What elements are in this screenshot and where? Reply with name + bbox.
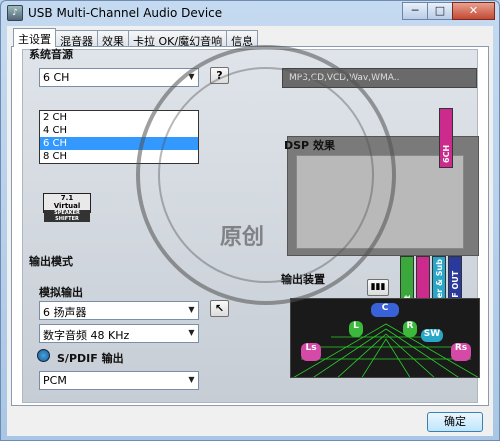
maximize-button[interactable]: □ bbox=[427, 2, 453, 20]
system-source-label: 系统音源 bbox=[29, 48, 73, 61]
help-button[interactable]: ? bbox=[210, 67, 229, 84]
format-text: MP3,CD,VCD,Wav,WMA.. bbox=[289, 73, 400, 83]
app-icon: ♪ bbox=[7, 5, 23, 21]
volume-icon[interactable]: ▮▮▮ bbox=[367, 279, 389, 296]
speaker-right[interactable]: R bbox=[403, 321, 417, 337]
speaker-count-select[interactable]: 6 扬声器 ▼ bbox=[39, 301, 199, 320]
spdif-mode-value: PCM bbox=[43, 374, 67, 387]
speaker-left-surround[interactable]: Ls bbox=[301, 343, 321, 361]
tab-mixer[interactable]: 混音器 bbox=[55, 30, 98, 48]
ok-button[interactable]: 确定 bbox=[427, 412, 483, 432]
chevron-down-icon: ▼ bbox=[188, 375, 195, 384]
output-mode-label: 输出模式 bbox=[29, 255, 73, 268]
speaker-center[interactable]: C bbox=[371, 303, 399, 317]
option-8ch[interactable]: 8 CH bbox=[40, 150, 198, 163]
six-channel-bar: 6CH bbox=[439, 108, 453, 168]
system-source-select[interactable]: 6 CH ▼ bbox=[39, 68, 199, 87]
close-button[interactable]: ✕ bbox=[452, 2, 495, 20]
virtual-speaker-logo: 7.1 Virtual SPEAKER SHIFTER bbox=[43, 193, 91, 222]
window-controls: ─ □ ✕ bbox=[402, 2, 495, 20]
system-source-value: 6 CH bbox=[43, 71, 70, 84]
output-device-label: 输出装置 bbox=[281, 273, 325, 286]
spdif-mode-select[interactable]: PCM ▼ bbox=[39, 371, 199, 390]
speaker-right-surround[interactable]: Rs bbox=[451, 343, 471, 361]
virtual-badge-line3: SPEAKER SHIFTER bbox=[44, 210, 90, 222]
minimize-button[interactable]: ─ bbox=[402, 2, 428, 20]
virtual-badge-line1: 7.1 bbox=[60, 194, 74, 202]
speaker-count-value: 6 扬声器 bbox=[43, 306, 87, 319]
dsp-label: DSP 效果 bbox=[284, 139, 335, 152]
app-window: ♪ USB Multi-Channel Audio Device ─ □ ✕ 主… bbox=[0, 0, 500, 441]
title-bar: ♪ USB Multi-Channel Audio Device ─ □ ✕ bbox=[1, 1, 499, 25]
option-4ch[interactable]: 4 CH bbox=[40, 124, 198, 137]
tab-strip: 主设置 混音器 效果 卡拉 OK/魔幻音响 信息 bbox=[13, 28, 259, 48]
analog-output-label: 模拟输出 bbox=[39, 286, 83, 299]
spdif-output-label: S/PDIF 输出 bbox=[57, 352, 124, 365]
window-title: USB Multi-Channel Audio Device bbox=[28, 6, 223, 20]
virtual-badge-line2: Virtual bbox=[53, 202, 81, 210]
format-display: MP3,CD,VCD,Wav,WMA.. bbox=[282, 68, 477, 88]
system-source-dropdown: 2 CH 4 CH 6 CH 8 CH bbox=[39, 110, 199, 164]
speaker-test-button[interactable]: ↖ bbox=[210, 300, 229, 317]
tab-karaoke[interactable]: 卡拉 OK/魔幻音响 bbox=[128, 30, 228, 48]
tab-effects[interactable]: 效果 bbox=[97, 30, 129, 48]
option-2ch[interactable]: 2 CH bbox=[40, 111, 198, 124]
option-6ch[interactable]: 6 CH bbox=[40, 137, 198, 150]
dsp-display bbox=[296, 155, 464, 249]
chevron-down-icon: ▼ bbox=[188, 305, 195, 314]
tab-info[interactable]: 信息 bbox=[226, 30, 259, 48]
spdif-radio[interactable] bbox=[37, 349, 50, 362]
digital-audio-select[interactable]: 数字音频 48 KHz ▼ bbox=[39, 324, 199, 343]
client-area: 主设置 混音器 效果 卡拉 OK/魔幻音响 信息 系统音源 6 CH ▼ ? M… bbox=[7, 26, 493, 436]
speaker-left[interactable]: L bbox=[349, 321, 363, 337]
chevron-down-icon: ▼ bbox=[188, 328, 195, 337]
tab-main-settings[interactable]: 主设置 bbox=[13, 28, 56, 47]
chevron-down-icon: ▼ bbox=[188, 72, 195, 81]
speaker-subwoofer[interactable]: SW bbox=[421, 329, 443, 342]
speaker-layout-display: C L R SW Ls Rs bbox=[290, 298, 480, 378]
digital-audio-value: 数字音频 48 KHz bbox=[43, 329, 130, 342]
